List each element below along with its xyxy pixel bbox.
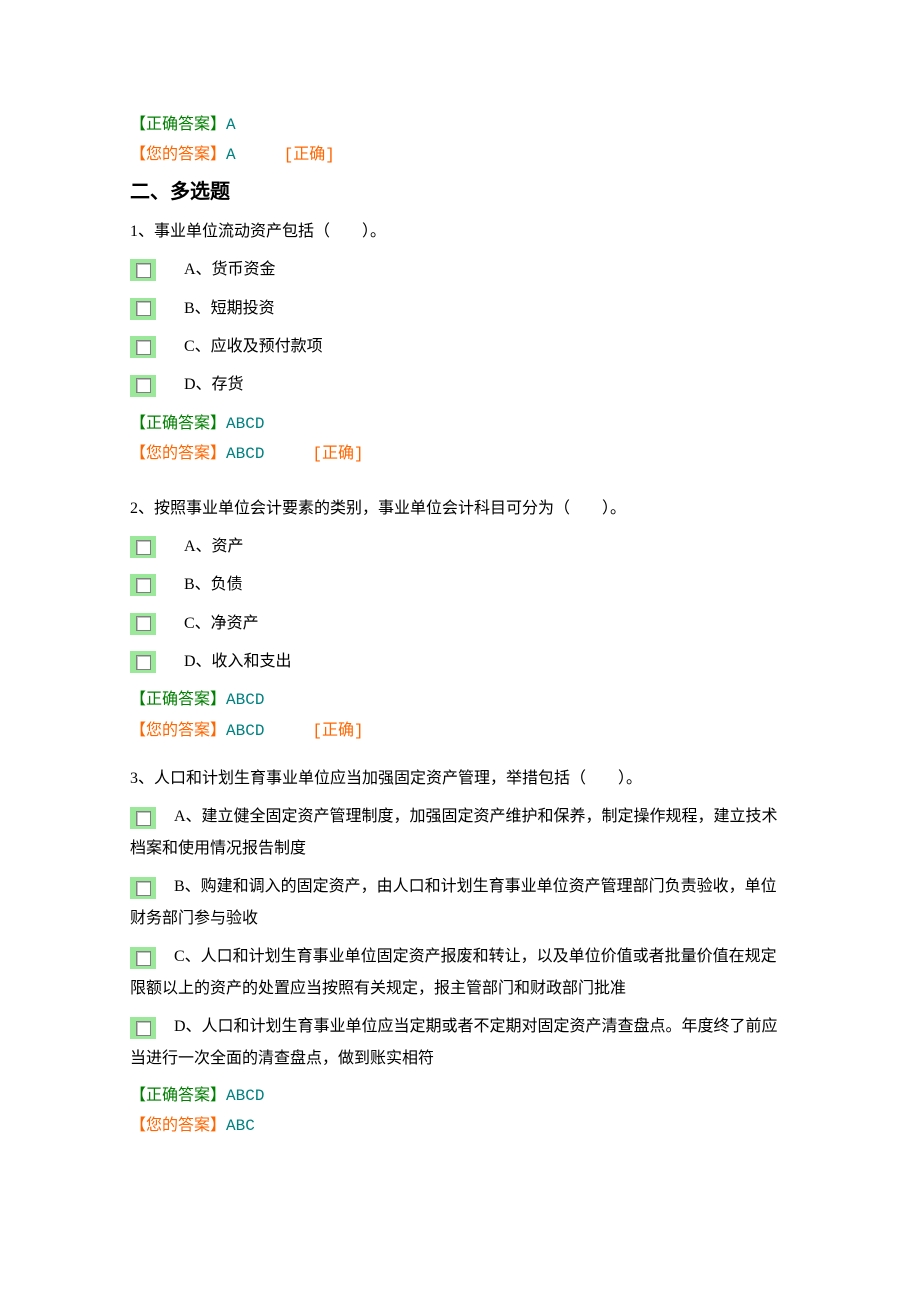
option-text: D、收入和支出: [184, 647, 292, 677]
correct-answer-label: 【正确答案】: [130, 691, 226, 708]
option-text: D、存货: [184, 370, 244, 400]
checkbox-icon[interactable]: [130, 877, 156, 899]
option-text: B、短期投资: [184, 294, 275, 324]
your-answer: 【您的答案】ABCD [正确]: [130, 716, 790, 746]
prev-your-answer: 【您的答案】A [正确]: [130, 140, 790, 170]
your-answer: 【您的答案】ABCD [正确]: [130, 439, 790, 469]
section-heading: 二、多选题: [130, 173, 790, 211]
option-text: A、建立健全固定资产管理制度，加强固定资产维护和保养，制定操作规程，建立技术档案…: [130, 808, 778, 857]
question-3: 3、人口和计划生育事业单位应当加强固定资产管理，举措包括（ ）。 A、建立健全固…: [130, 764, 790, 1141]
option-row: C、应收及预付款项: [130, 332, 790, 362]
question-stem: 3、人口和计划生育事业单位应当加强固定资产管理，举措包括（ ）。: [130, 764, 790, 794]
correct-answer-label: 【正确答案】: [130, 116, 226, 133]
correct-answer: 【正确答案】ABCD: [130, 1081, 790, 1111]
your-answer-value: ABCD: [226, 722, 264, 740]
your-answer-value: ABC: [226, 1117, 255, 1135]
your-answer-label: 【您的答案】: [130, 445, 226, 462]
correct-answer-value: ABCD: [226, 415, 264, 433]
judgement-label: [正确]: [312, 722, 363, 740]
judgement-label: [正确]: [312, 445, 363, 463]
question-2: 2、按照事业单位会计要素的类别，事业单位会计科目可分为（ ）。 A、资产 B、负…: [130, 494, 790, 747]
your-answer-label: 【您的答案】: [130, 722, 226, 739]
option-row: D、存货: [130, 370, 790, 400]
your-answer-value: A: [226, 146, 236, 164]
your-answer-label: 【您的答案】: [130, 146, 226, 163]
option-row: B、短期投资: [130, 294, 790, 324]
correct-answer-value: ABCD: [226, 1087, 264, 1105]
option-row: D、人口和计划生育事业单位应当定期或者不定期对固定资产清查盘点。年度终了前应当进…: [130, 1011, 790, 1075]
option-text: A、资产: [184, 532, 244, 562]
option-text: A、货币资金: [184, 255, 276, 285]
option-text: B、购建和调入的固定资产，由人口和计划生育事业单位资产管理部门负责验收，单位财务…: [130, 878, 777, 927]
question-stem: 2、按照事业单位会计要素的类别，事业单位会计科目可分为（ ）。: [130, 494, 790, 524]
correct-answer: 【正确答案】ABCD: [130, 409, 790, 439]
checkbox-icon[interactable]: [130, 947, 156, 969]
prev-correct-answer: 【正确答案】A: [130, 110, 790, 140]
option-row: C、人口和计划生育事业单位固定资产报废和转让，以及单位价值或者批量价值在规定限额…: [130, 941, 790, 1005]
correct-answer-label: 【正确答案】: [130, 1087, 226, 1104]
question-stem: 1、事业单位流动资产包括（ ）。: [130, 217, 790, 247]
option-row: D、收入和支出: [130, 647, 790, 677]
correct-answer-value: ABCD: [226, 691, 264, 709]
checkbox-icon[interactable]: [130, 613, 156, 635]
checkbox-icon[interactable]: [130, 574, 156, 596]
checkbox-icon[interactable]: [130, 536, 156, 558]
checkbox-icon[interactable]: [130, 651, 156, 673]
correct-answer-label: 【正确答案】: [130, 415, 226, 432]
option-text: C、应收及预付款项: [184, 332, 323, 362]
checkbox-icon[interactable]: [130, 259, 156, 281]
correct-answer: 【正确答案】ABCD: [130, 685, 790, 715]
judgement-label: [正确]: [284, 146, 335, 164]
option-row: B、负债: [130, 570, 790, 600]
option-row: A、资产: [130, 532, 790, 562]
checkbox-icon[interactable]: [130, 336, 156, 358]
your-answer-value: ABCD: [226, 445, 264, 463]
your-answer: 【您的答案】ABC: [130, 1111, 790, 1141]
document-page: 【正确答案】A 【您的答案】A[正确] 二、多选题 1、事业单位流动资产包括（ …: [0, 0, 920, 1191]
option-text: C、净资产: [184, 609, 259, 639]
checkbox-icon[interactable]: [130, 807, 156, 829]
option-row: A、货币资金: [130, 255, 790, 285]
checkbox-icon[interactable]: [130, 1017, 156, 1039]
option-row: C、净资产: [130, 609, 790, 639]
option-text: C、人口和计划生育事业单位固定资产报废和转让，以及单位价值或者批量价值在规定限额…: [130, 948, 777, 997]
checkbox-icon[interactable]: [130, 375, 156, 397]
correct-answer-value: A: [226, 116, 236, 134]
question-1: 1、事业单位流动资产包括（ ）。 A、货币资金 B、短期投资 C、应收及预付款项…: [130, 217, 790, 470]
option-text: D、人口和计划生育事业单位应当定期或者不定期对固定资产清查盘点。年度终了前应当进…: [130, 1018, 778, 1067]
your-answer-label: 【您的答案】: [130, 1117, 226, 1134]
checkbox-icon[interactable]: [130, 298, 156, 320]
option-text: B、负债: [184, 570, 243, 600]
option-row: B、购建和调入的固定资产，由人口和计划生育事业单位资产管理部门负责验收，单位财务…: [130, 871, 790, 935]
option-row: A、建立健全固定资产管理制度，加强固定资产维护和保养，制定操作规程，建立技术档案…: [130, 801, 790, 865]
